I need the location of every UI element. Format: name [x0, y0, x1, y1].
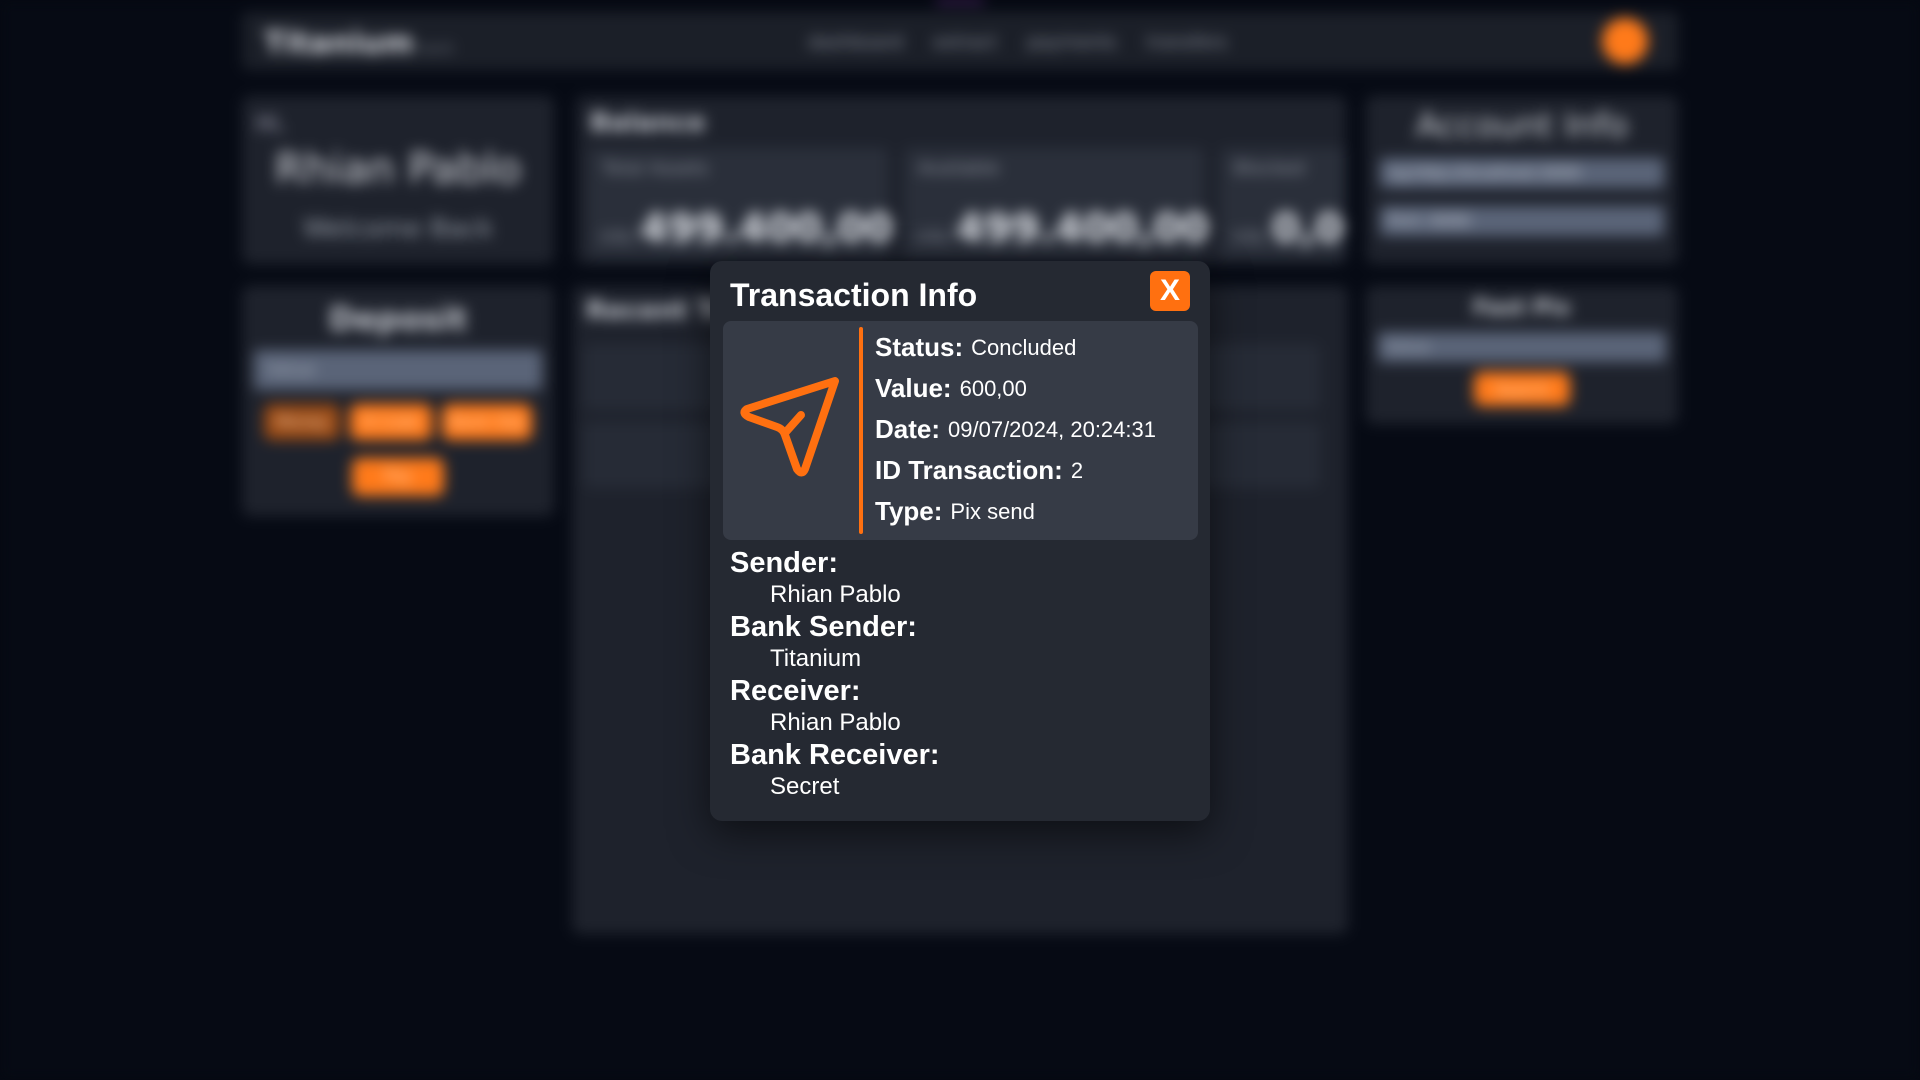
type-row: Type: Pix send	[875, 491, 1195, 532]
value-row: Value: 600,00	[875, 368, 1195, 409]
date-row: Date: 09/07/2024, 20:24:31	[875, 409, 1195, 450]
info-divider	[859, 327, 863, 534]
sender-label: Sender:	[730, 547, 838, 579]
deposit-title: Deposit	[328, 300, 468, 338]
transaction-info-modal: Transaction Info X Status: Concluded Val…	[710, 261, 1210, 821]
welcome-text: Welcome Back	[302, 214, 494, 244]
bank-sender-value: Titanium	[770, 645, 862, 672]
status-label: Status:	[875, 332, 964, 362]
close-button[interactable]: X	[1150, 271, 1190, 311]
value-label: Value:	[875, 373, 952, 403]
bank-slip-button[interactable]: Bank Slip	[442, 404, 532, 440]
id-transaction-label: ID Transaction:	[875, 455, 1063, 485]
brand-logo[interactable]: Titanium bank	[264, 26, 454, 61]
id-transaction-value: 2	[1070, 457, 1084, 483]
amount: 499.400,00	[956, 206, 1210, 252]
pay-button[interactable]: Pay	[352, 458, 444, 496]
date-label: Date:	[875, 414, 941, 444]
account-info-card: Account Info ng:http://localhost:3000 Po…	[1366, 96, 1678, 264]
currency-label: US$	[916, 227, 949, 246]
type-label: Type:	[875, 496, 943, 526]
nav-extract[interactable]: extract	[933, 32, 997, 53]
amount: 499.400,00	[640, 206, 894, 252]
bank-receiver-label: Bank Receiver:	[730, 739, 940, 771]
send-icon	[740, 377, 839, 477]
bank-receiver-value: Secret	[770, 773, 840, 800]
balance-available-box: Available US$ 499.400,00	[904, 148, 1209, 258]
account-port-field[interactable]: Port: 8080	[1380, 206, 1664, 236]
avatar[interactable]	[1602, 18, 1648, 64]
top-accent-bar	[936, 0, 984, 2]
bank-sender-label: Bank Sender:	[730, 611, 917, 643]
balance-total-value: US$ 499.400,00	[600, 206, 893, 252]
fast-pix-input[interactable]: Value	[1378, 332, 1666, 362]
nav-dashboard[interactable]: dashboard	[808, 32, 903, 53]
amount: 0,00	[1272, 206, 1346, 252]
brand-sub: bank	[419, 41, 455, 57]
value-value: 600,00	[959, 375, 1027, 401]
info-rows: Status: Concluded Value: 600,00 Date: 09…	[875, 327, 1195, 532]
status-value: Concluded	[971, 334, 1077, 360]
icon-area	[723, 321, 859, 540]
account-url-field[interactable]: ng:http://localhost:3000	[1380, 158, 1664, 188]
user-name: Rhian Pablo	[274, 144, 522, 193]
deposit-value-input[interactable]: Value	[254, 350, 542, 390]
balance-blocked-box: Blocked US$ 0,00	[1220, 148, 1346, 258]
type-value: Pix send	[950, 498, 1035, 524]
brand-name: Titanium	[264, 26, 414, 61]
balance-total-label: Total Assets	[602, 158, 709, 179]
modal-title: Transaction Info	[730, 277, 978, 313]
currency-label: US$	[600, 227, 633, 246]
fast-pix-search-button[interactable]: Search	[1474, 372, 1570, 406]
sender-value: Rhian Pablo	[770, 581, 901, 608]
top-navbar: Titanium bank dashboard extract payments …	[242, 12, 1678, 70]
id-transaction-row: ID Transaction: 2	[875, 450, 1195, 491]
status-row: Status: Concluded	[875, 327, 1195, 368]
balance-card: Balance Total Assets US$ 499.400,00 Avail…	[576, 96, 1346, 264]
money-button[interactable]: Money	[264, 404, 340, 440]
nav-payments[interactable]: payments	[1027, 32, 1117, 53]
account-info-title: Account Info	[1415, 106, 1629, 146]
bcode-button[interactable]: B Code	[350, 404, 432, 440]
balance-available-value: US$ 499.400,00	[916, 206, 1209, 252]
fast-pix-title: Fast Pix	[1473, 296, 1571, 321]
party-list: Sender: Rhian Pablo Bank Sender: Titaniu…	[730, 547, 1190, 803]
receiver-value: Rhian Pablo	[770, 709, 901, 736]
receiver-label: Receiver:	[730, 675, 861, 707]
greeting-text: Hi,	[256, 112, 286, 137]
nav-links: dashboard extract payments transfers	[808, 32, 1227, 53]
deposit-card: Deposit Value Money B Code Bank Slip Pay	[242, 286, 554, 516]
date-value: 09/07/2024, 20:24:31	[948, 416, 1156, 442]
nav-transfers[interactable]: transfers	[1147, 32, 1227, 53]
fast-pix-card: Fast Pix Value Search	[1366, 286, 1678, 424]
currency-label: US$	[1232, 227, 1265, 246]
balance-available-label: Available	[918, 158, 1000, 179]
transaction-info-box: Status: Concluded Value: 600,00 Date: 09…	[723, 321, 1198, 540]
balance-total-box: Total Assets US$ 499.400,00	[588, 148, 893, 258]
greeting-card: Hi, Rhian Pablo Welcome Back	[242, 96, 554, 264]
balance-title: Balance	[590, 108, 706, 138]
balance-blocked-value: US$ 0,00	[1232, 206, 1346, 252]
balance-blocked-label: Blocked	[1234, 158, 1305, 179]
